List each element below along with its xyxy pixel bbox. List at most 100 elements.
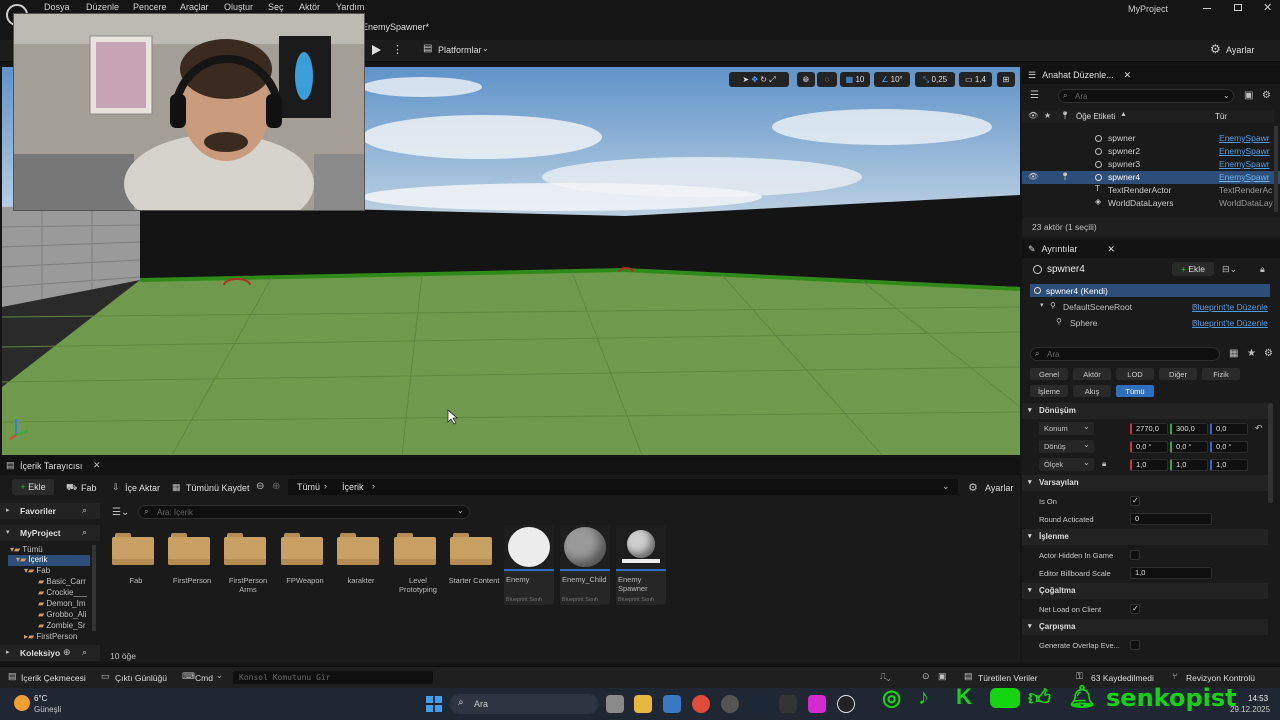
path-all[interactable]: Tümü <box>297 482 320 492</box>
search-icon[interactable]: ⌕ <box>82 647 87 658</box>
row-type-link[interactable]: EnemySpawr <box>1219 133 1270 143</box>
category-other[interactable]: Diğer <box>1159 368 1197 380</box>
path-content[interactable]: İçerik <box>342 482 364 492</box>
play-icon[interactable] <box>372 45 381 55</box>
rotation-y-field[interactable]: 0,0 ° <box>1170 441 1208 453</box>
content-drawer-button[interactable]: İçerik Çekmecesi <box>21 673 86 683</box>
outliner-search-input[interactable]: ⌕ Ara <box>1058 89 1234 103</box>
unreal-engine-icon[interactable] <box>837 695 855 713</box>
component-row[interactable]: ⚲ Sphere Blueprint'te Düzenle <box>1030 316 1270 330</box>
filter-icon[interactable]: ☰⌄ <box>112 507 129 518</box>
settings-button[interactable]: Ayarlar <box>1226 45 1254 55</box>
settings-icon[interactable]: ⚙ <box>1262 90 1271 101</box>
obs-icon[interactable] <box>721 695 739 713</box>
more-options-icon[interactable]: ⋮ <box>392 43 403 56</box>
rotation-z-field[interactable]: 0,0 ° <box>1210 441 1248 453</box>
location-dropdown[interactable]: Konum ⌄ <box>1039 422 1094 435</box>
level-tab[interactable]: EnemySpawner* <box>362 22 429 32</box>
console-input[interactable]: Konsol Komutunu Gir <box>233 671 433 684</box>
chevron-down-icon[interactable]: ⌄ <box>942 481 950 492</box>
blueprint-options-icon[interactable]: ⊟⌄ <box>1222 264 1237 275</box>
outliner-row[interactable]: spwner3 EnemySpawr <box>1022 158 1280 171</box>
category-all[interactable]: Tümü <box>1116 385 1154 397</box>
details-scrollbar[interactable] <box>1268 403 1273 503</box>
search-icon[interactable]: ⌕ <box>82 505 87 516</box>
visibility-eye-icon[interactable]: 👁︎ <box>1028 111 1038 120</box>
location-x-field[interactable]: 2770,0 <box>1130 423 1168 435</box>
store-icon[interactable] <box>663 695 681 713</box>
collections-header[interactable]: ▸ Koleksiyo ⊕ ⌕ <box>0 645 100 661</box>
tree-item-all[interactable]: ▾▰ Tümü <box>10 545 43 554</box>
viewport-layout-icon[interactable]: ⊞ <box>997 72 1015 87</box>
scale-icon[interactable]: ⤢ <box>769 75 775 85</box>
scale-z-field[interactable]: 1,0 <box>1210 459 1248 471</box>
close-tab-icon[interactable]: ✕ <box>93 460 101 471</box>
minimize-icon[interactable] <box>1203 8 1211 9</box>
folder-tile[interactable]: FirstPerson Arms <box>217 529 273 599</box>
output-log-button[interactable]: Çıktı Günlüğü <box>115 673 167 683</box>
actor-name[interactable]: spwner4 <box>1047 264 1085 275</box>
expand-arrow-icon[interactable]: ▾ <box>1040 301 1044 309</box>
globe-icon[interactable]: 🌐︎ <box>797 72 815 87</box>
type-column[interactable]: Tür <box>1215 112 1227 121</box>
tree-item[interactable]: ▰ Demon_Im <box>38 599 86 608</box>
tree-scrollbar[interactable] <box>92 545 96 631</box>
chrome-icon[interactable] <box>692 695 710 713</box>
tree-item[interactable]: ▸▰ FirstPerson <box>24 632 77 641</box>
add-collection-icon[interactable]: ⊕ <box>63 647 71 658</box>
folder-tile[interactable]: karakter <box>330 529 386 599</box>
import-button[interactable]: İçe Aktar <box>125 483 160 493</box>
rotation-dropdown[interactable]: Dönüş ⌄ <box>1039 440 1094 453</box>
item-label-column[interactable]: Öğe Etiketi <box>1076 112 1115 121</box>
chevron-down-icon[interactable]: ⌄ <box>457 506 464 515</box>
move-icon[interactable]: ✥ <box>751 75 758 84</box>
project-header[interactable]: ▾ MyProject ⌕ <box>0 525 100 541</box>
windows-start-icon[interactable] <box>426 696 442 712</box>
outliner-row[interactable]: T TextRenderActor TextRenderAc <box>1022 184 1280 197</box>
outliner-row[interactable]: spwner2 EnemySpawr <box>1022 145 1280 158</box>
row-type-link[interactable]: EnemySpawr <box>1219 159 1270 169</box>
maximize-icon[interactable] <box>1234 4 1242 11</box>
component-self-row[interactable]: spwner4 (Kendi) <box>1030 284 1270 297</box>
billboard-scale-field[interactable]: 1,0 <box>1130 567 1212 579</box>
weather-label[interactable]: Güneşli <box>34 705 61 714</box>
category-general[interactable]: Genel <box>1030 368 1068 380</box>
tree-item-fab[interactable]: ▾▰ Fab <box>24 566 50 575</box>
generate-overlap-checkbox[interactable] <box>1130 640 1140 650</box>
trace-icon[interactable]: ⎍⌄ <box>880 671 891 682</box>
scale-y-field[interactable]: 1,0 <box>1170 459 1208 471</box>
platforms-button[interactable]: Platformlar <box>438 45 482 55</box>
derived-data-button[interactable]: Türetilen Veriler <box>978 673 1038 683</box>
pin-icon[interactable]: 📍︎ <box>1060 111 1070 120</box>
close-icon[interactable]: ✕ <box>1263 1 1272 14</box>
folder-tile[interactable]: Fab <box>105 529 161 599</box>
cmd-dropdown[interactable]: Cmd <box>195 673 213 683</box>
scale-dropdown[interactable]: Ölçek ⌄ <box>1039 458 1094 471</box>
back-arrow-icon[interactable]: ⊖ <box>256 481 264 492</box>
category-physics[interactable]: Fizik <box>1202 368 1240 380</box>
lock-icon[interactable]: 🔒︎ <box>1260 264 1265 275</box>
revision-control-button[interactable]: Revizyon Kontrolü <box>1186 673 1255 683</box>
save-all-button[interactable]: Tümünü Kaydet <box>186 483 250 493</box>
reset-arrow-icon[interactable]: ↶ <box>1255 423 1263 434</box>
settings-icon[interactable]: ⚙ <box>1264 348 1273 359</box>
rotate-icon[interactable]: ↻ <box>760 75 767 84</box>
task-view-icon[interactable] <box>606 695 624 713</box>
clock-time[interactable]: 14:53 <box>1248 694 1268 703</box>
pin-icon[interactable]: 📍︎ <box>1060 172 1070 181</box>
category-streaming[interactable]: Akış <box>1073 385 1111 397</box>
outliner-scrollbar[interactable] <box>1274 126 1278 212</box>
add-component-button[interactable]: + Ekle <box>1172 262 1214 276</box>
lock-icon[interactable]: 🔒︎ <box>1102 459 1106 469</box>
chevron-down-icon[interactable]: ⌄ <box>216 671 223 680</box>
folder-tile[interactable]: Level Prototyping <box>387 529 443 599</box>
outliner-row[interactable]: spwner EnemySpawr <box>1022 132 1280 145</box>
transform-tools[interactable]: ➤ ✥ ↻ ⤢ <box>729 72 789 87</box>
unsaved-button[interactable]: 63 Kaydedilmedi <box>1091 673 1154 683</box>
category-actor[interactable]: Aktör <box>1073 368 1111 380</box>
outliner-tab[interactable]: Anahat Düzenle... <box>1042 70 1114 80</box>
file-explorer-icon[interactable] <box>634 695 652 713</box>
section-default[interactable]: ▾ Varsayılan <box>1022 475 1268 491</box>
round-activated-field[interactable]: 0 <box>1130 513 1212 525</box>
favorite-star-icon[interactable]: ★ <box>1247 348 1256 359</box>
